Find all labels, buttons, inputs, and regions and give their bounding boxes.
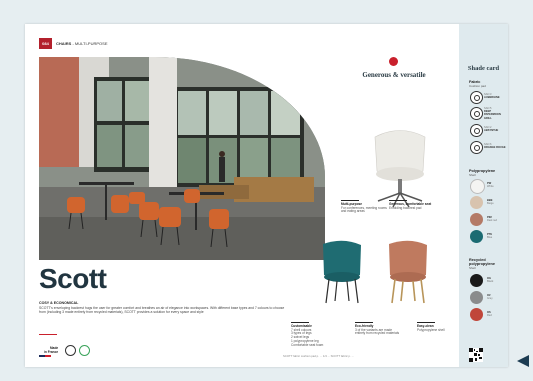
- previous-page-arrow-icon[interactable]: [517, 355, 529, 367]
- swatch-black-label: OG Black: [487, 277, 494, 284]
- swatch-grey-label: OZ Grey: [487, 294, 493, 301]
- features-title: Generous & versatile: [362, 71, 426, 79]
- fabric-swatch-2-icon: [470, 107, 483, 120]
- swatch-blue: [470, 230, 483, 243]
- hero-photo: [39, 57, 325, 260]
- swatch-beige: [470, 196, 483, 209]
- recycled-section-title: Recycled polypropylene Shell: [469, 258, 495, 270]
- feature-customisable: Customisable 7 shell colours 3 types of l…: [291, 322, 324, 347]
- feature-easy-clean: Easy-clean Polypropylene shell: [417, 322, 445, 332]
- colored-chairs-image: [323, 240, 427, 304]
- catalog-page: 084 CHAIRS - MULTI-PURPOSE SCOTT085: [25, 24, 508, 367]
- tagline: COSY & ECONOMICAL: [39, 301, 79, 305]
- page-number-badge: 084: [39, 38, 52, 49]
- scott-logo-icon: [389, 57, 398, 66]
- product-title: Scott: [39, 263, 107, 294]
- swatch-red-label: OS Red: [487, 311, 492, 318]
- fabric-3-label: SAN 2 ABSYNTHE: [484, 126, 499, 133]
- fabric-swatch-3-icon: [470, 124, 483, 137]
- flag-red-icon: [45, 355, 51, 357]
- swatch-white-label: PW White: [487, 182, 494, 189]
- swatch-beige-label: BBE Beige: [487, 199, 494, 206]
- fabric-4-label: SAN 6 ORANGE ROUGE: [484, 143, 506, 150]
- fabric-section-title: Fabric Cushion pad: [469, 80, 486, 88]
- fabric-1-label: SAN 3 AUBERGINE: [484, 93, 500, 100]
- feature-comfortable: Generous, comfortable seat Enfolding back…: [389, 200, 432, 210]
- fabric-2-label: SAN 5 DEEP PAPERMOON GRILL: [484, 107, 501, 120]
- eco-label-icon: [79, 345, 90, 356]
- qr-code-icon: [469, 348, 483, 362]
- made-in-france: Made in France: [44, 346, 59, 354]
- certification-icon: [65, 345, 76, 356]
- description: SCOTT's enveloping backrest hugs the use…: [39, 306, 285, 315]
- polypropylene-section-title: Polypropylene Shell: [469, 169, 496, 177]
- fabric-swatch-1-icon: [470, 91, 483, 104]
- swatch-blue-label: PTE Blue: [487, 233, 493, 240]
- footnote: SCOTT fabric cushion pad p. ... 1/4 ... …: [283, 354, 354, 358]
- swatch-darkred-label: PIM Dark red: [487, 216, 497, 223]
- feature-multipurpose: Multi-purpose For conferences, meeting ro…: [341, 200, 387, 214]
- shade-card-panel: [459, 24, 508, 367]
- swatch-darkred: [470, 213, 483, 226]
- shade-card-title: Shade card: [467, 65, 500, 72]
- fabric-swatch-4-icon: [470, 141, 483, 154]
- swatch-red: [470, 308, 483, 321]
- divider: [39, 334, 57, 335]
- swatch-black: [470, 274, 483, 287]
- category-label: CHAIRS: [56, 41, 72, 46]
- category-header: CHAIRS - MULTI-PURPOSE: [56, 41, 108, 46]
- category-sub: - MULTI-PURPOSE: [71, 41, 108, 46]
- swatch-grey: [470, 291, 483, 304]
- feature-ecofriendly: Eco-friendly 3 of the variants are made e…: [355, 322, 400, 336]
- swatch-white: [470, 179, 485, 194]
